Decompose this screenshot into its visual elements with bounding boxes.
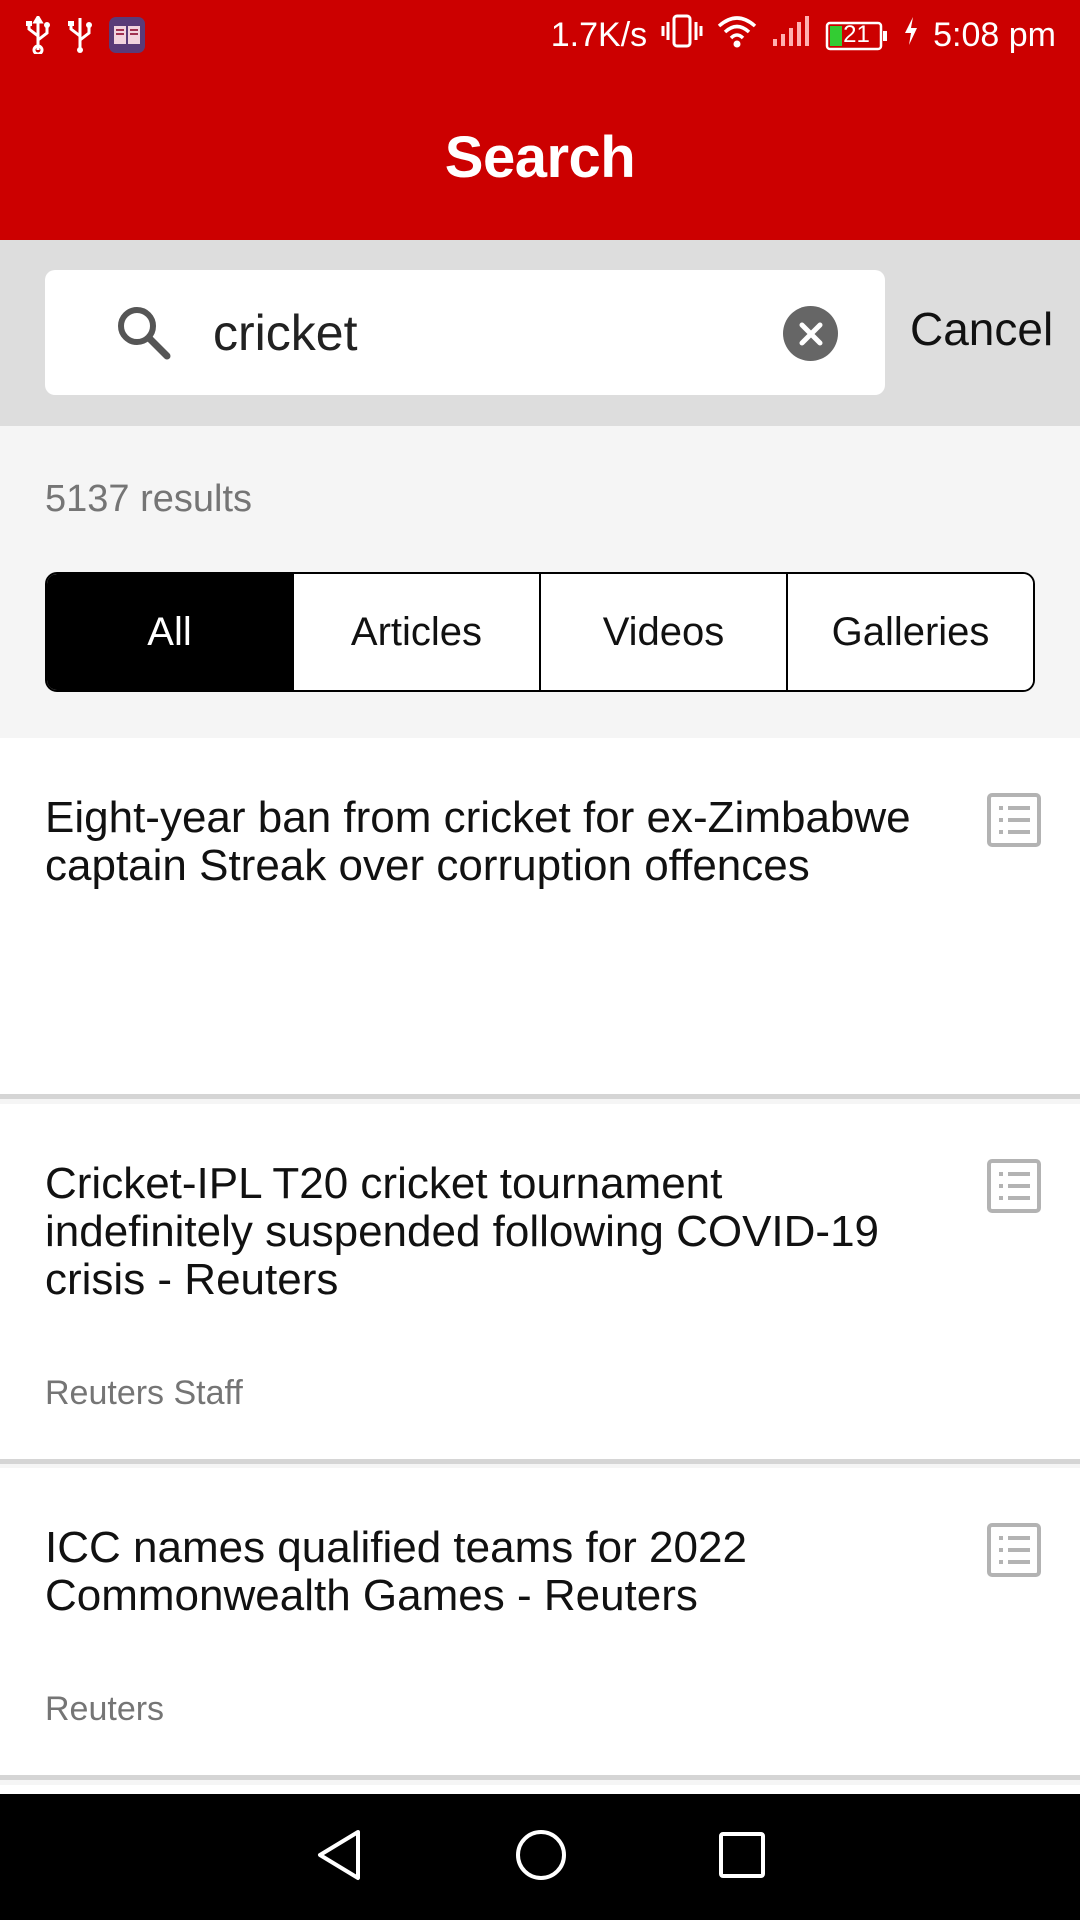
tab-articles[interactable]: Articles xyxy=(292,574,539,690)
back-nav-icon[interactable] xyxy=(314,1828,364,1887)
clear-icon[interactable] xyxy=(783,306,838,361)
result-headline[interactable]: ICC names qualified teams for 2022 Commo… xyxy=(45,1524,925,1620)
result-item-partial xyxy=(0,1785,1080,1794)
tab-all[interactable]: All xyxy=(47,574,292,690)
battery-level: 21 xyxy=(843,20,870,48)
charging-icon xyxy=(903,16,919,55)
search-icon xyxy=(113,302,173,367)
article-list-icon xyxy=(986,792,1042,853)
usb-icon xyxy=(66,16,94,59)
wifi-icon xyxy=(717,14,757,57)
result-headline[interactable]: Eight-year ban from cricket for ex-Zimba… xyxy=(45,794,925,890)
result-byline: Reuters xyxy=(45,1690,165,1728)
system-nav-bar xyxy=(0,1794,1080,1920)
article-list-icon xyxy=(986,1522,1042,1583)
home-nav-icon[interactable] xyxy=(514,1828,568,1887)
search-query[interactable]: cricket xyxy=(213,304,357,362)
recents-nav-icon[interactable] xyxy=(718,1831,766,1884)
results-count: 5137 results xyxy=(45,478,253,520)
result-headline[interactable]: Cricket-IPL T20 cricket tournament indef… xyxy=(45,1160,925,1304)
result-byline: Reuters Staff xyxy=(45,1374,243,1412)
clock: 5:08 pm xyxy=(933,16,1056,54)
usb-icon xyxy=(24,14,52,59)
network-speed: 1.7K/s xyxy=(550,16,648,54)
app-header: Search xyxy=(0,74,1080,240)
tab-videos[interactable]: Videos xyxy=(539,574,786,690)
tab-galleries[interactable]: Galleries xyxy=(786,574,1033,690)
cancel-button[interactable]: Cancel xyxy=(910,302,1053,356)
article-list-icon xyxy=(986,1158,1042,1219)
result-item[interactable]: Cricket-IPL T20 cricket tournament indef… xyxy=(0,1104,1080,1464)
result-item[interactable]: Eight-year ban from cricket for ex-Zimba… xyxy=(0,738,1080,1099)
page-title: Search xyxy=(444,124,636,190)
book-app-icon xyxy=(108,16,146,59)
battery-icon: 21 xyxy=(825,21,889,51)
filter-tabs: All Articles Videos Galleries xyxy=(45,572,1035,692)
vibrate-icon xyxy=(661,14,703,57)
signal-icon xyxy=(771,15,811,56)
search-bar-area: cricket Cancel xyxy=(0,240,1080,426)
status-bar: 1.7K/s 21 5:08 pm xyxy=(0,0,1080,74)
result-item[interactable]: ICC names qualified teams for 2022 Commo… xyxy=(0,1468,1080,1780)
search-input[interactable]: cricket xyxy=(45,270,885,395)
